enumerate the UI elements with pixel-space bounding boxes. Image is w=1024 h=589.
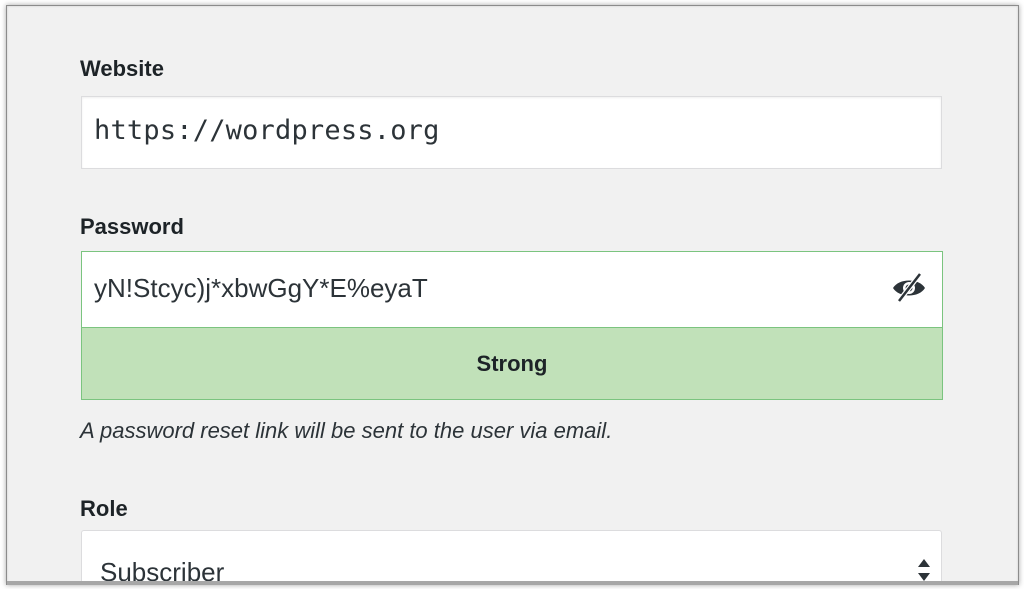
role-selected-value: Subscriber: [100, 557, 225, 585]
eye-slash-icon[interactable]: [890, 272, 928, 304]
website-value: https://wordpress.org: [94, 115, 440, 146]
password-value: yN!Stcyc)j*xbwGgY*E%eyaT: [94, 273, 428, 303]
role-label: Role: [80, 496, 128, 521]
password-field-group: yN!Stcyc)j*xbwGgY*E%eyaT Strong: [81, 251, 943, 400]
form-panel: Website https://wordpress.org Password y…: [6, 5, 1019, 585]
website-input[interactable]: https://wordpress.org: [81, 96, 942, 169]
password-input[interactable]: yN!Stcyc)j*xbwGgY*E%eyaT: [82, 252, 942, 328]
website-label: Website: [80, 56, 164, 81]
password-reset-hint: A password reset link will be sent to th…: [80, 418, 613, 443]
role-select[interactable]: Subscriber: [81, 530, 942, 585]
password-strength-meter: Strong: [82, 328, 942, 399]
password-label: Password: [80, 214, 184, 239]
select-arrows-icon: [917, 555, 931, 585]
